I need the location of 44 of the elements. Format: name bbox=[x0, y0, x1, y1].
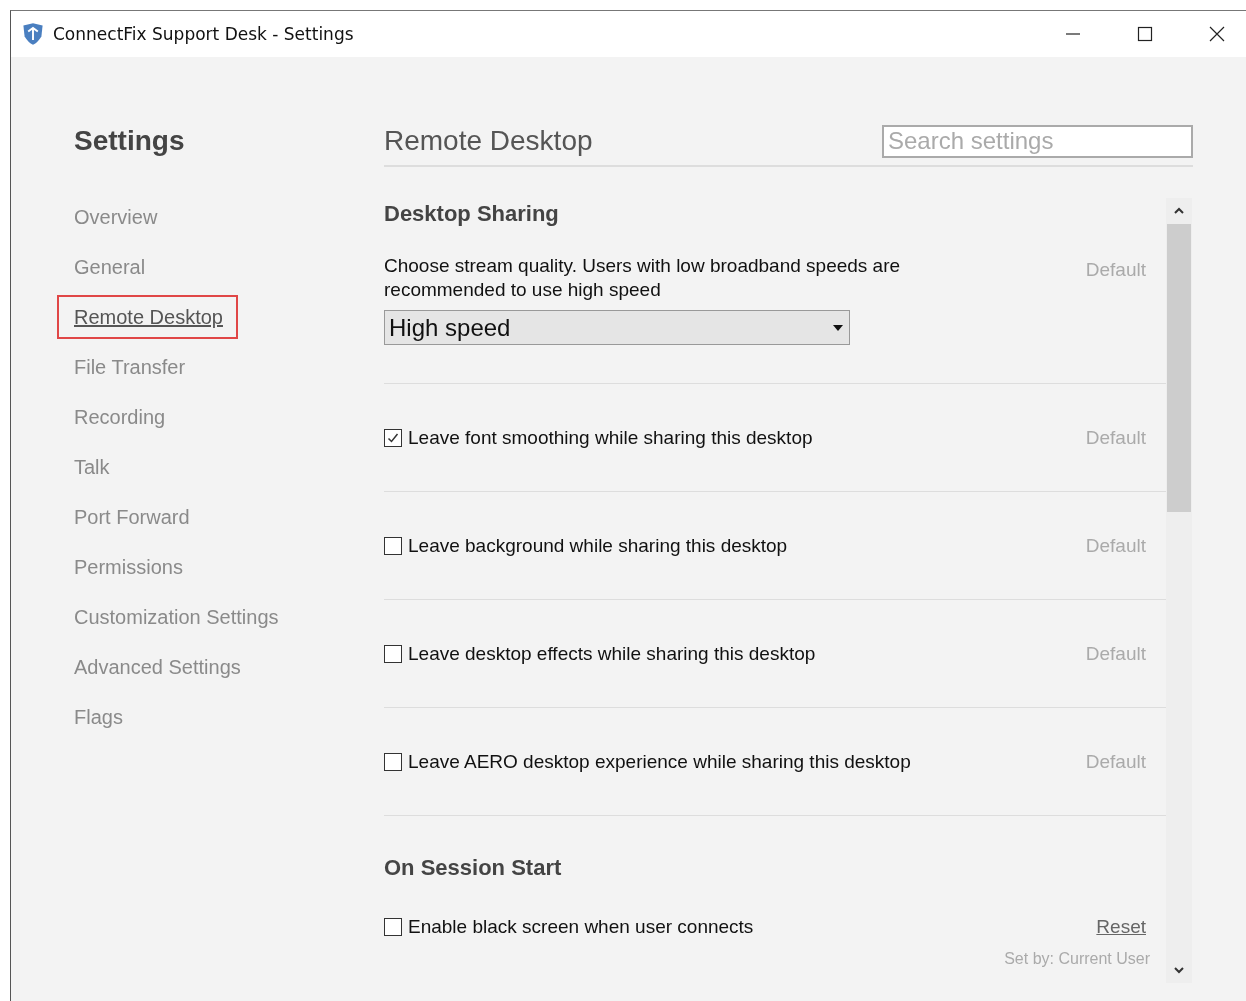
default-label: Default bbox=[1085, 426, 1146, 449]
scrollbar[interactable] bbox=[1166, 198, 1192, 983]
sidebar-item[interactable]: Overview bbox=[57, 195, 173, 239]
checkbox-label: Leave AERO desktop experience while sharing this desktop bbox=[408, 750, 911, 773]
scrollbar-thumb[interactable] bbox=[1167, 224, 1191, 512]
section-heading: On Session Start bbox=[384, 854, 563, 882]
sidebar-heading: Settings bbox=[74, 124, 186, 158]
checkbox[interactable] bbox=[384, 644, 402, 663]
caret-icon bbox=[833, 324, 843, 331]
sidebar-item[interactable]: General bbox=[57, 245, 161, 289]
scroll-down-icon[interactable] bbox=[1173, 966, 1185, 974]
maximize-icon[interactable] bbox=[1135, 24, 1155, 44]
sidebar-item[interactable]: File Transfer bbox=[57, 345, 201, 389]
default-label: Default bbox=[1085, 750, 1146, 773]
default-label: Default bbox=[1085, 534, 1146, 557]
reset-link[interactable]: Reset bbox=[1096, 916, 1146, 938]
section-heading: Desktop Sharing bbox=[384, 200, 560, 228]
checkbox-label: Leave font smoothing while sharing this desktop bbox=[408, 426, 813, 449]
page-title: Remote Desktop bbox=[384, 125, 593, 157]
sidebar-item[interactable]: Talk bbox=[57, 445, 125, 489]
sidebar-item[interactable]: Port Forward bbox=[57, 495, 205, 539]
sidebar-item[interactable]: Customization Settings bbox=[57, 595, 294, 639]
sidebar-item[interactable]: Recording bbox=[57, 395, 181, 439]
sidebar-item[interactable]: Permissions bbox=[57, 545, 198, 589]
default-label: Default bbox=[1085, 642, 1146, 665]
scroll-up-icon[interactable] bbox=[1173, 207, 1185, 215]
search-field[interactable]: Search settings bbox=[882, 124, 1193, 158]
checkbox-label: Enable black screen when user connects bbox=[408, 916, 754, 938]
sidebar-item[interactable]: Advanced Settings bbox=[57, 645, 256, 689]
close-icon[interactable] bbox=[1207, 24, 1227, 44]
sidebar-item[interactable]: Remote Desktop bbox=[57, 295, 238, 339]
shield-icon bbox=[21, 22, 45, 46]
set-by-note: Set by: Current User bbox=[1004, 950, 1150, 968]
checkbox-label: Leave background while sharing this desktop bbox=[408, 534, 788, 557]
setting-description: Choose stream quality. Users with low broadband speeds are recommended to use high speed bbox=[384, 254, 902, 302]
window-title: ConnectFix Support Desk - Settings bbox=[53, 24, 354, 44]
default-label: Default bbox=[1085, 259, 1146, 281]
quality-dropdown[interactable]: High speed bbox=[384, 310, 850, 345]
checkbox[interactable] bbox=[384, 428, 402, 447]
checkbox-label: Leave desktop effects while sharing this desktop bbox=[408, 642, 816, 665]
checkbox[interactable] bbox=[384, 752, 402, 771]
checkbox[interactable] bbox=[384, 918, 402, 936]
sidebar-item[interactable]: Flags bbox=[57, 695, 138, 739]
checkbox[interactable] bbox=[384, 536, 402, 555]
